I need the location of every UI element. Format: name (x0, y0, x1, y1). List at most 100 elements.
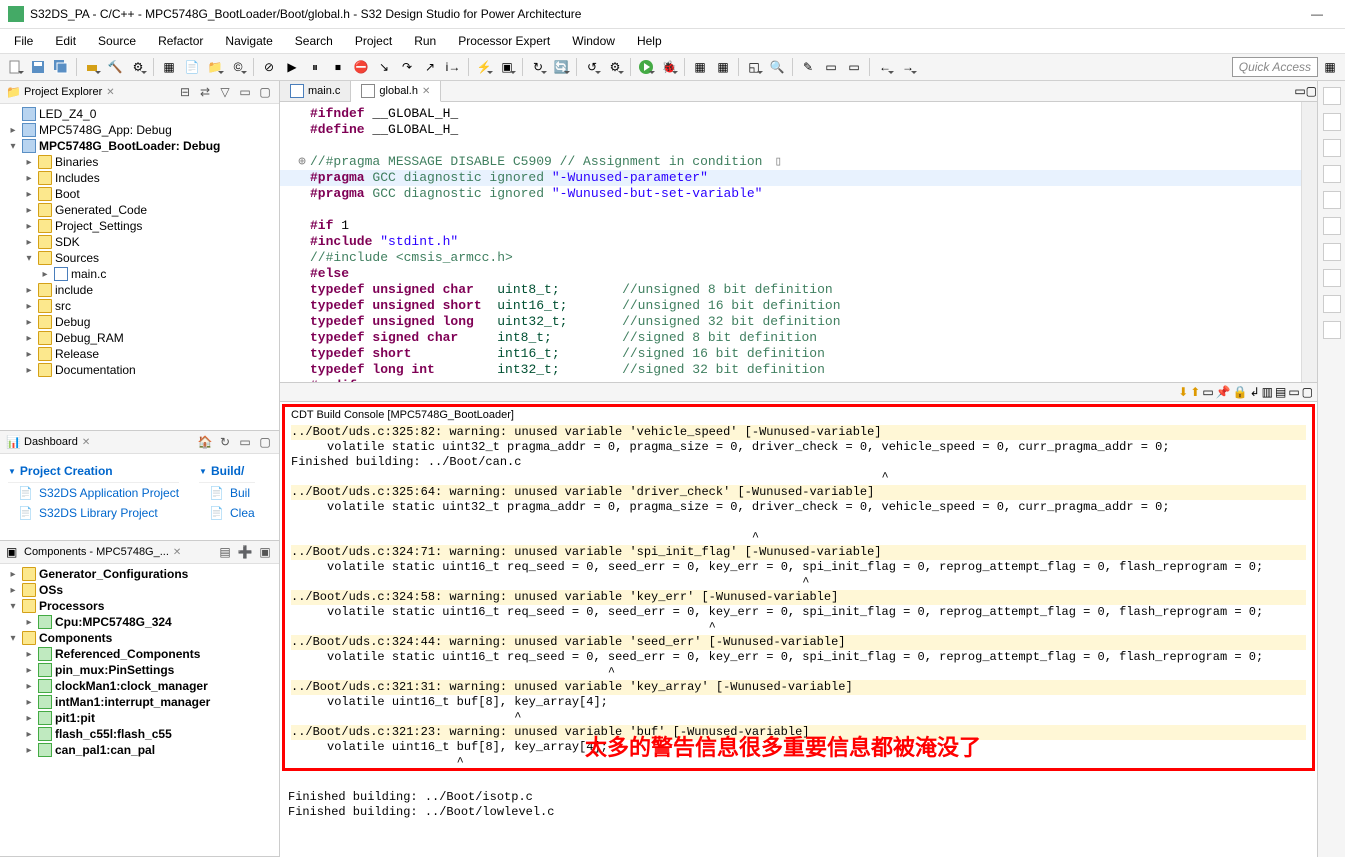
pe-view-icon[interactable] (1323, 321, 1341, 339)
project-tree-item[interactable]: ▸Boot (0, 186, 279, 202)
twisty-icon[interactable]: ▸ (23, 173, 35, 184)
restart-icon[interactable]: ↻ (527, 56, 549, 78)
component-tree-item[interactable]: ▸Cpu:MPC5748G_324 (0, 614, 279, 630)
maximize-icon[interactable]: ▢ (257, 84, 273, 100)
reg-view-icon[interactable] (1323, 243, 1341, 261)
twisty-icon[interactable]: ▸ (23, 221, 35, 232)
menu-window[interactable]: Window (562, 31, 625, 51)
project-tree-item[interactable]: ▸Debug (0, 314, 279, 330)
project-tree-item[interactable]: ▸Generated_Code (0, 202, 279, 218)
disconnect-icon[interactable]: ⛔ (350, 56, 372, 78)
console-display-icon[interactable]: ▥ (1262, 385, 1273, 399)
panel-maximize-icon[interactable]: ▢ (1302, 385, 1313, 399)
new-button[interactable] (4, 56, 26, 78)
menu-navigate[interactable]: Navigate (215, 31, 282, 51)
debug-button[interactable]: 🐞 (658, 56, 680, 78)
component-tree-item[interactable]: ▾Processors (0, 598, 279, 614)
run-button[interactable] (635, 56, 657, 78)
twisty-icon[interactable]: ▸ (23, 285, 35, 296)
step-into-icon[interactable]: ↘ (373, 56, 395, 78)
editor-maximize-icon[interactable]: ▢ (1306, 84, 1317, 98)
twisty-icon[interactable]: ▸ (23, 617, 35, 628)
console-open-icon[interactable]: ▤ (1275, 385, 1286, 399)
editor-scrollbar[interactable] (1301, 102, 1317, 382)
twisty-icon[interactable]: ▸ (23, 301, 35, 312)
menu-source[interactable]: Source (88, 31, 146, 51)
components-tree[interactable]: ▸Generator_Configurations▸OSs▾Processors… (0, 564, 279, 856)
project-explorer-tree[interactable]: LED_Z4_0▸MPC5748G_App: Debug▾MPC5748G_Bo… (0, 104, 279, 430)
menu-run[interactable]: Run (404, 31, 446, 51)
twisty-icon[interactable]: ▾ (7, 601, 19, 612)
instruction-step-icon[interactable]: i→ (442, 56, 464, 78)
close-icon[interactable]: ✕ (422, 86, 430, 97)
dashboard-home-icon[interactable]: 🏠 (197, 434, 213, 450)
console-icon[interactable]: ▦ (158, 56, 180, 78)
dashboard-group-title[interactable]: ▼ Project Creation (8, 460, 179, 483)
build-all-button[interactable]: 🔨 (104, 56, 126, 78)
project-tree-item[interactable]: ▸Binaries (0, 154, 279, 170)
editor-tab[interactable]: global.h✕ (351, 81, 441, 102)
twisty-icon[interactable]: ▸ (23, 697, 35, 708)
twisty-icon[interactable]: ▸ (23, 189, 35, 200)
refresh-icon[interactable]: 🔄 (550, 56, 572, 78)
filter-icon[interactable]: ▤ (217, 544, 233, 560)
component-tree-item[interactable]: ▸intMan1:interrupt_manager (0, 694, 279, 710)
twisty-icon[interactable]: ▸ (23, 365, 35, 376)
project-tree-item[interactable]: ▸include (0, 282, 279, 298)
project-tree-item[interactable]: ▸Project_Settings (0, 218, 279, 234)
perspective-cpp-icon[interactable]: ▦ (1319, 56, 1341, 78)
project-tree-item[interactable]: ▸SDK (0, 234, 279, 250)
maximize-icon[interactable]: ▢ (257, 434, 273, 450)
bp-view-icon[interactable] (1323, 191, 1341, 209)
menu-file[interactable]: File (4, 31, 43, 51)
twisty-icon[interactable]: ▸ (23, 713, 35, 724)
console-pin-icon[interactable]: 📌 (1216, 385, 1231, 399)
twisty-icon[interactable]: ▸ (23, 205, 35, 216)
component-tree-item[interactable]: ▸Generator_Configurations (0, 566, 279, 582)
twisty-icon[interactable]: ▸ (23, 729, 35, 740)
step-return-icon[interactable]: ↗ (419, 56, 441, 78)
code-editor[interactable]: #ifndef __GLOBAL_H_ #define __GLOBAL_H_ … (280, 102, 1301, 382)
twisty-icon[interactable]: ▸ (7, 125, 19, 136)
component-tree-item[interactable]: ▸can_pal1:can_pal (0, 742, 279, 758)
new-class-button[interactable]: © (227, 56, 249, 78)
dashboard-refresh-icon[interactable]: ↻ (217, 434, 233, 450)
pe-button[interactable]: ▦ (689, 56, 711, 78)
console-output[interactable]: ../Boot/uds.c:325:82: warning: unused va… (285, 423, 1312, 768)
component-tree-item[interactable]: ▸pit1:pit (0, 710, 279, 726)
reset-icon[interactable]: ↺ (581, 56, 603, 78)
component-tree-item[interactable]: ▸flash_c55l:flash_c55 (0, 726, 279, 742)
terminate-icon[interactable]: ⏹ (327, 56, 349, 78)
editor-tab[interactable]: main.c (280, 81, 351, 101)
menu-search[interactable]: Search (285, 31, 343, 51)
dashboard-link[interactable]: 📄Buil (199, 483, 255, 503)
editor-minimize-icon[interactable]: ▭ (1294, 84, 1305, 98)
fold-expand-icon[interactable]: ⊕ (294, 154, 310, 170)
project-tree-item[interactable]: ▸Documentation (0, 362, 279, 378)
project-tree-item[interactable]: LED_Z4_0 (0, 106, 279, 122)
twisty-icon[interactable]: ▸ (23, 237, 35, 248)
next-annotation-icon[interactable]: ▭ (820, 56, 842, 78)
view-menu-icon[interactable]: ▽ (217, 84, 233, 100)
add-icon[interactable]: ➕ (237, 544, 253, 560)
link-editor-icon[interactable]: ⇄ (197, 84, 213, 100)
project-tree-item[interactable]: ▾MPC5748G_BootLoader: Debug (0, 138, 279, 154)
minimize-button[interactable]: — (1297, 4, 1337, 24)
component-tree-item[interactable]: ▸clockMan1:clock_manager (0, 678, 279, 694)
mod-view-icon[interactable] (1323, 295, 1341, 313)
open-type-icon[interactable]: ◱ (743, 56, 765, 78)
twisty-icon[interactable]: ▸ (7, 569, 19, 580)
new-c-button[interactable]: 📄 (181, 56, 203, 78)
mem-view-icon[interactable] (1323, 269, 1341, 287)
task-view-icon[interactable] (1323, 113, 1341, 131)
twisty-icon[interactable]: ▸ (23, 649, 35, 660)
twisty-icon[interactable]: ▸ (7, 585, 19, 596)
twisty-icon[interactable]: ▸ (23, 333, 35, 344)
back-button[interactable]: ← (874, 56, 896, 78)
expr-view-icon[interactable] (1323, 217, 1341, 235)
minimize-icon[interactable]: ▭ (237, 84, 253, 100)
view-menu-icon[interactable]: ▣ (257, 544, 273, 560)
var-view-icon[interactable] (1323, 165, 1341, 183)
menu-help[interactable]: Help (627, 31, 672, 51)
twisty-icon[interactable]: ▸ (23, 349, 35, 360)
